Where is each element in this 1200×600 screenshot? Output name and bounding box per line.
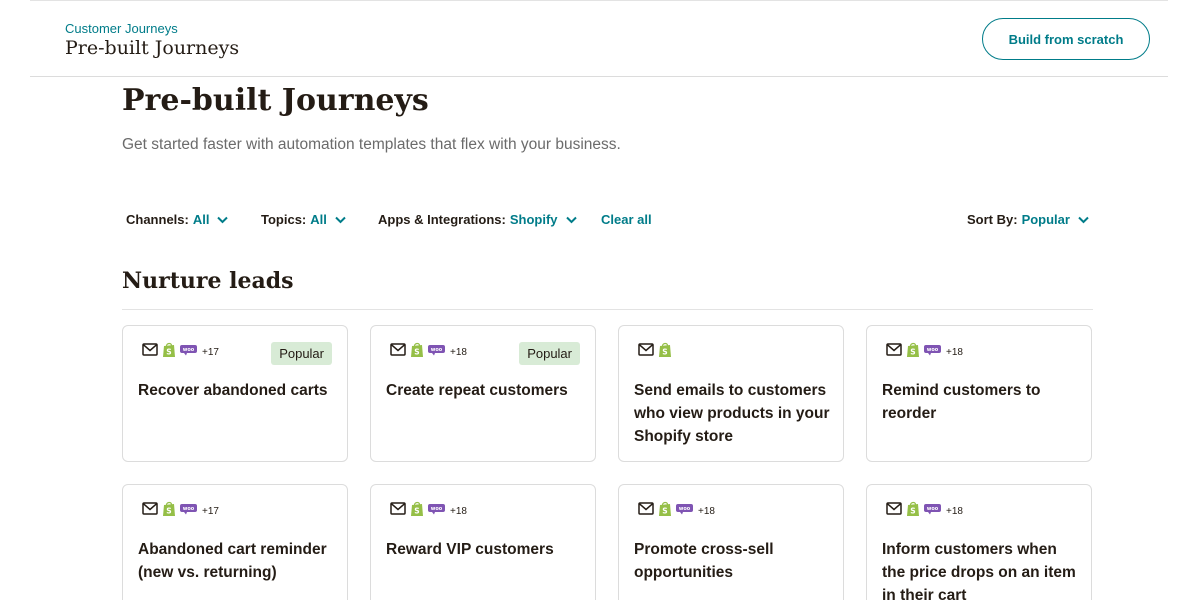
more-integrations-count: +18 [698, 505, 715, 517]
channels-filter-value: All [192, 212, 210, 227]
topics-filter-label: Topics: [261, 212, 307, 227]
page-header: Customer Journeys Pre-built Journeys Bui… [30, 1, 1168, 77]
more-integrations-count: +18 [946, 346, 963, 358]
apps-filter-label: Apps & Integrations: [378, 212, 506, 227]
svg-text:woo: woo [679, 506, 691, 512]
shopify-icon: S [410, 342, 424, 363]
journey-card[interactable]: Swoo +18 Inform customers when the price … [866, 484, 1092, 600]
journey-card-title: Recover abandoned carts [138, 382, 328, 399]
svg-text:S: S [662, 506, 667, 515]
svg-text:S: S [414, 347, 419, 356]
section-divider [122, 309, 1093, 310]
woo-icon: woo [676, 502, 693, 520]
filter-bar: Channels: All Topics: All Apps & Integra… [126, 212, 1096, 230]
sort-by-label: Sort By: [967, 212, 1018, 227]
svg-text:woo: woo [431, 506, 443, 512]
header-title: Pre-built Journeys [65, 37, 240, 59]
email-icon [638, 343, 654, 361]
clear-all-link[interactable]: Clear all [601, 212, 652, 227]
svg-text:woo: woo [183, 347, 195, 353]
journey-card-title: Promote cross-sell opportunities [634, 541, 774, 581]
integration-icons: Swoo +17 [142, 501, 219, 522]
svg-text:S: S [166, 347, 171, 356]
page-title: Pre-built Journeys [122, 83, 429, 118]
email-icon [638, 502, 654, 520]
sort-by-dropdown[interactable]: Sort By: Popular [967, 212, 1089, 227]
integration-icons: Swoo +18 [390, 501, 467, 522]
journey-card[interactable]: Swoo +17 Popular Recover abandoned carts [122, 325, 348, 462]
integration-icons: Swoo +18 [886, 501, 963, 522]
shopify-icon: S [162, 501, 176, 522]
channels-filter-label: Channels: [126, 212, 189, 227]
shopify-icon: S [410, 501, 424, 522]
more-integrations-count: +18 [946, 505, 963, 517]
shopify-icon: S [658, 342, 672, 363]
woo-icon: woo [428, 502, 445, 520]
page-subtitle: Get started faster with automation templ… [122, 136, 621, 153]
email-icon [142, 343, 158, 361]
apps-integrations-filter[interactable]: Apps & Integrations: Shopify [378, 212, 577, 227]
integration-icons: S [638, 342, 676, 363]
svg-text:S: S [910, 506, 915, 515]
woo-icon: woo [180, 343, 197, 361]
email-icon [142, 502, 158, 520]
breadcrumb-customer-journeys[interactable]: Customer Journeys [65, 21, 178, 36]
email-icon [390, 502, 406, 520]
journey-card-title: Abandoned cart reminder (new vs. returni… [138, 541, 327, 581]
section-title: Nurture leads [122, 268, 294, 294]
chevron-down-icon [335, 216, 346, 223]
svg-text:woo: woo [927, 347, 939, 353]
journey-card-title: Send emails to customers who view produc… [634, 382, 830, 445]
chevron-down-icon [565, 216, 577, 223]
journey-card[interactable]: S Send emails to customers who view prod… [618, 325, 844, 462]
svg-text:S: S [910, 347, 915, 356]
integration-icons: Swoo +18 [638, 501, 715, 522]
more-integrations-count: +18 [450, 346, 467, 358]
integration-icons: Swoo +18 [886, 342, 963, 363]
popular-badge: Popular [519, 342, 580, 365]
integration-icons: Swoo +17 [142, 342, 219, 363]
journey-card[interactable]: Swoo +18 Remind customers to reorder [866, 325, 1092, 462]
journey-card[interactable]: Swoo +18 Reward VIP customers [370, 484, 596, 600]
svg-text:S: S [166, 506, 171, 515]
popular-badge: Popular [271, 342, 332, 365]
journey-card-title: Remind customers to reorder [882, 382, 1041, 422]
woo-icon: woo [180, 502, 197, 520]
shopify-icon: S [906, 342, 920, 363]
journey-card[interactable]: Swoo +18 Promote cross-sell opportunities [618, 484, 844, 600]
journey-card[interactable]: Swoo +18 Popular Create repeat customers [370, 325, 596, 462]
journey-card[interactable]: Swoo +17 Abandoned cart reminder (new vs.… [122, 484, 348, 600]
apps-filter-value: Shopify [509, 212, 558, 227]
more-integrations-count: +17 [202, 505, 219, 517]
woo-icon: woo [924, 502, 941, 520]
more-integrations-count: +18 [450, 505, 467, 517]
svg-text:woo: woo [183, 506, 195, 512]
journey-card-title: Reward VIP customers [386, 541, 554, 558]
journey-card-title: Inform customers when the price drops on… [882, 541, 1076, 600]
woo-icon: woo [428, 343, 445, 361]
shopify-icon: S [162, 342, 176, 363]
topics-filter[interactable]: Topics: All [261, 212, 346, 227]
integration-icons: Swoo +18 [390, 342, 467, 363]
shopify-icon: S [906, 501, 920, 522]
sort-by-value: Popular [1021, 212, 1070, 227]
build-from-scratch-button[interactable]: Build from scratch [982, 18, 1150, 60]
email-icon [886, 343, 902, 361]
chevron-down-icon [217, 216, 229, 223]
svg-text:woo: woo [431, 347, 443, 353]
svg-text:S: S [414, 506, 419, 515]
more-integrations-count: +17 [202, 346, 219, 358]
journey-card-title: Create repeat customers [386, 382, 568, 399]
email-icon [886, 502, 902, 520]
email-icon [390, 343, 406, 361]
svg-text:S: S [662, 347, 667, 356]
chevron-down-icon [1078, 216, 1089, 223]
svg-text:woo: woo [927, 506, 939, 512]
topics-filter-value: All [310, 212, 327, 227]
woo-icon: woo [924, 343, 941, 361]
channels-filter[interactable]: Channels: All [126, 212, 229, 227]
shopify-icon: S [658, 501, 672, 522]
